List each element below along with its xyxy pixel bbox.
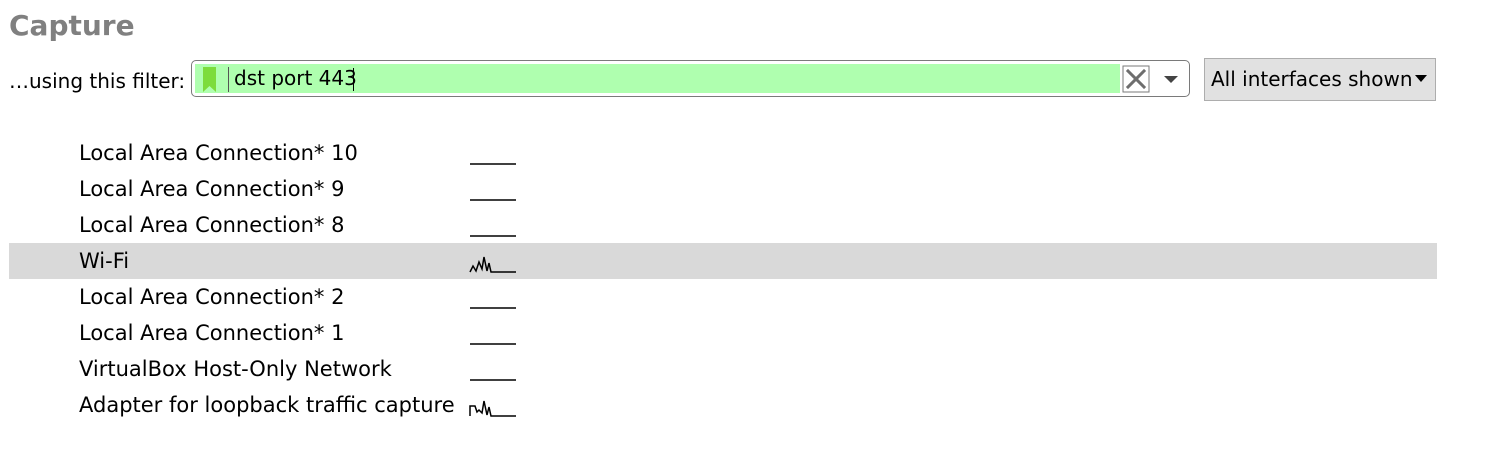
capture-filter-field[interactable]: [191, 60, 1190, 97]
interface-row[interactable]: Adapter for loopback traffic capture: [9, 387, 1437, 423]
interface-name: Local Area Connection* 9: [79, 177, 345, 201]
bookmark-icon[interactable]: [202, 67, 217, 92]
dropdown-arrow-icon: [1414, 75, 1427, 82]
interface-row[interactable]: VirtualBox Host-Only Network: [9, 351, 1437, 387]
all-interfaces-button[interactable]: All interfaces shown: [1204, 58, 1436, 101]
traffic-sparkline: [470, 199, 516, 201]
interface-row[interactable]: Wi-Fi: [9, 243, 1437, 279]
interface-name: Adapter for loopback traffic capture: [79, 393, 455, 417]
traffic-sparkline: [469, 256, 516, 273]
capture-filter-input[interactable]: [234, 64, 1114, 93]
interface-row[interactable]: Local Area Connection* 8: [9, 207, 1437, 243]
interface-name: Local Area Connection* 1: [79, 321, 345, 345]
interface-name: Local Area Connection* 8: [79, 213, 345, 237]
chevron-down-icon[interactable]: [1160, 67, 1182, 91]
interface-name: Local Area Connection* 10: [79, 141, 358, 165]
interface-row[interactable]: Local Area Connection* 10: [9, 135, 1437, 171]
filter-divider: [228, 67, 229, 92]
interface-row[interactable]: Local Area Connection* 2: [9, 279, 1437, 315]
interface-name: Wi-Fi: [79, 249, 130, 273]
filter-label: …using this filter:: [9, 69, 186, 93]
capture-page: Capture …using this filter: All interfac…: [0, 0, 1511, 455]
interface-list: Local Area Connection* 10 Local Area Conn…: [9, 135, 1437, 423]
traffic-sparkline: [470, 235, 516, 237]
traffic-sparkline: [470, 163, 516, 165]
traffic-sparkline: [470, 379, 516, 381]
clear-x-icon[interactable]: [1122, 65, 1150, 93]
all-interfaces-button-label: All interfaces shown: [1211, 67, 1413, 91]
text-cursor: [353, 68, 354, 91]
traffic-sparkline: [469, 400, 516, 417]
interface-row[interactable]: Local Area Connection* 9: [9, 171, 1437, 207]
capture-heading: Capture: [9, 9, 135, 42]
interface-row[interactable]: Local Area Connection* 1: [9, 315, 1437, 351]
interface-name: VirtualBox Host-Only Network: [79, 357, 392, 381]
traffic-sparkline: [470, 343, 516, 345]
interface-name: Local Area Connection* 2: [79, 285, 345, 309]
traffic-sparkline: [470, 307, 516, 309]
